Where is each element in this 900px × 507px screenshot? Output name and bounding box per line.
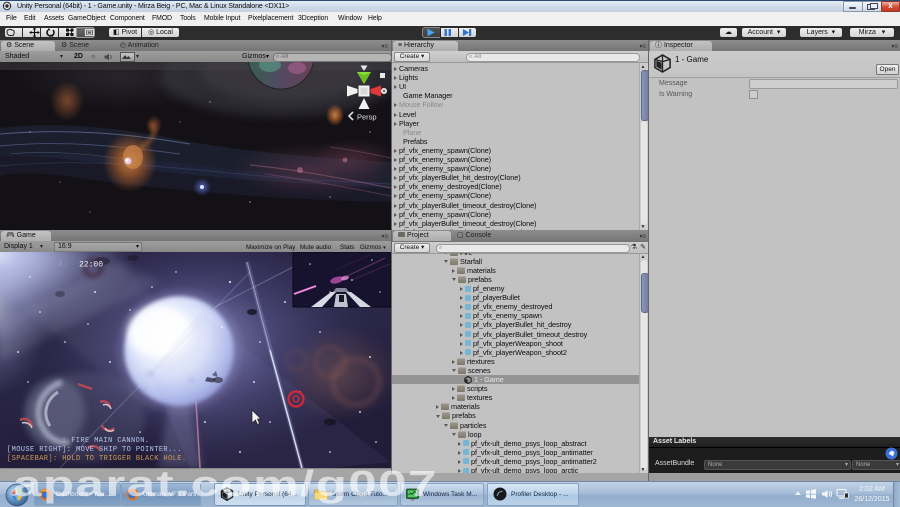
svg-text:Persp: Persp [357, 113, 377, 122]
svg-text:3.: 3. [58, 261, 66, 269]
svg-text:[SPACEBAR]: HOLD TO TRIGGER BL: [SPACEBAR]: HOLD TO TRIGGER BLACK HOLE. [7, 455, 186, 463]
svg-text:: FIRE MAIN CANNON.: : FIRE MAIN CANNON. [62, 437, 149, 445]
svg-text:22:00: 22:00 [79, 261, 103, 270]
svg-text:[MOUSE RIGHT]: MOVE SHIP TO PO: [MOUSE RIGHT]: MOVE SHIP TO POINTER... [7, 446, 182, 454]
